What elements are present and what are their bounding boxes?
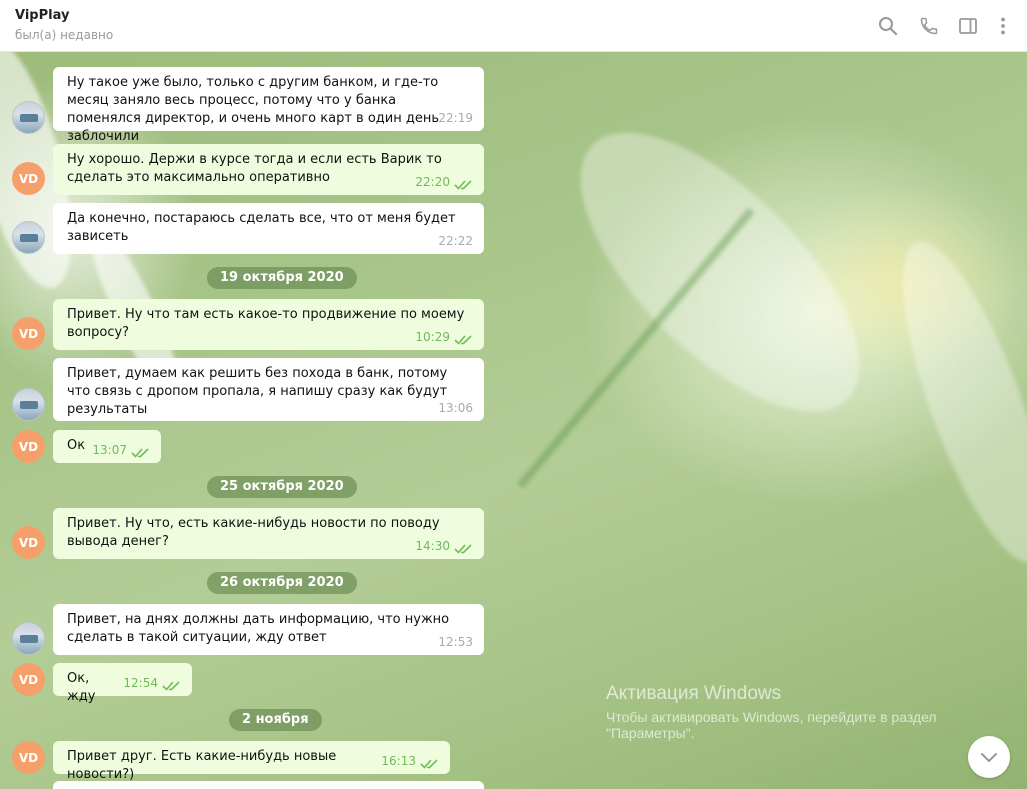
avatar[interactable] bbox=[12, 101, 45, 134]
message-text: Ок bbox=[67, 438, 86, 453]
more-vertical-icon[interactable] bbox=[991, 14, 1015, 38]
chat-history[interactable]: Ну такое уже было, только с другим банко… bbox=[0, 52, 1027, 789]
message-text: Привет. Ну что там есть какое-то продвиж… bbox=[67, 307, 465, 340]
message-bubble[interactable]: Ок, жду 12:54 bbox=[53, 663, 192, 704]
message-bubble[interactable]: Привет. Ну что, есть какие-нибудь новост… bbox=[53, 508, 484, 559]
date-separator: 26 октября 2020 bbox=[207, 572, 357, 594]
message-time: 16:13 bbox=[381, 754, 416, 768]
date-separator: 25 октября 2020 bbox=[207, 476, 357, 498]
message-text: Привет, думаем как решить без похода в б… bbox=[67, 366, 448, 417]
date-separator: 19 октября 2020 bbox=[207, 267, 357, 289]
message-bubble[interactable]: Ну такое уже было, только с другим банко… bbox=[53, 67, 484, 144]
message-bubble[interactable]: Да конечно, постараюсь сделать все, что … bbox=[53, 203, 484, 254]
message-text: Ну хорошо. Держи в курсе тогда и если ес… bbox=[67, 152, 442, 185]
message-time: 12:54 bbox=[123, 676, 158, 690]
chat-header: VipPlay был(а) недавно bbox=[0, 0, 1027, 52]
chat-status: был(а) недавно bbox=[15, 28, 114, 42]
watermark-subtitle: Чтобы активировать Windows, перейдите в … bbox=[606, 709, 937, 741]
avatar[interactable]: VD bbox=[12, 162, 45, 195]
background-petal bbox=[874, 226, 1027, 578]
avatar[interactable]: VD bbox=[12, 526, 45, 559]
chevron-down-icon bbox=[981, 753, 997, 763]
message-text: Ну такое уже было, только с другим банко… bbox=[67, 75, 439, 144]
message-bubble[interactable]: Привет. Ну что там есть какое-то продвиж… bbox=[53, 299, 484, 350]
read-ticks-icon bbox=[131, 448, 149, 458]
message-bubble[interactable]: Привет, думаем как решить без похода в б… bbox=[53, 358, 484, 421]
windows-activation-watermark: Активация Windows Чтобы активировать Win… bbox=[606, 683, 1027, 741]
date-separator: 2 ноября bbox=[229, 709, 322, 731]
read-ticks-icon bbox=[454, 180, 472, 190]
avatar[interactable] bbox=[12, 388, 45, 421]
avatar[interactable] bbox=[12, 221, 45, 254]
message-text: Привет. Ну что, есть какие-нибудь новост… bbox=[67, 516, 440, 549]
message-text: Привет, на днях должны дать информацию, … bbox=[67, 612, 450, 645]
message-time: 22:22 bbox=[438, 234, 473, 248]
message-time: 14:30 bbox=[415, 539, 450, 553]
message-bubble[interactable]: Ну хорошо. Держи в курсе тогда и если ес… bbox=[53, 144, 484, 195]
avatar[interactable]: VD bbox=[12, 663, 45, 696]
message-time: 13:07 bbox=[92, 443, 127, 457]
read-ticks-icon bbox=[420, 759, 438, 769]
message-time: 22:19 bbox=[438, 111, 473, 125]
avatar[interactable]: VD bbox=[12, 317, 45, 350]
message-time: 12:53 bbox=[438, 635, 473, 649]
avatar[interactable]: VD bbox=[12, 741, 45, 774]
message-time: 13:06 bbox=[438, 401, 473, 415]
avatar[interactable] bbox=[12, 622, 45, 655]
avatar[interactable]: VD bbox=[12, 430, 45, 463]
message-bubble[interactable]: Привет, на днях должны дать информацию, … bbox=[53, 604, 484, 655]
phone-icon[interactable] bbox=[917, 14, 941, 38]
message-time: 10:29 bbox=[415, 330, 450, 344]
message-text: Привет друг. Есть какие-нибудь новые нов… bbox=[67, 749, 337, 782]
scroll-down-button[interactable] bbox=[968, 736, 1010, 778]
search-icon[interactable] bbox=[876, 14, 900, 38]
message-text: Ок, жду bbox=[67, 671, 96, 704]
read-ticks-icon bbox=[162, 681, 180, 691]
read-ticks-icon bbox=[454, 544, 472, 554]
message-text: Да конечно, постараюсь сделать все, что … bbox=[67, 211, 456, 244]
sidebar-toggle-icon[interactable] bbox=[956, 14, 980, 38]
message-bubble-partial[interactable] bbox=[53, 781, 484, 789]
message-bubble[interactable]: Привет друг. Есть какие-нибудь новые нов… bbox=[53, 741, 450, 782]
read-ticks-icon bbox=[454, 335, 472, 345]
message-time: 22:20 bbox=[415, 175, 450, 189]
watermark-title: Активация Windows bbox=[606, 683, 782, 704]
chat-title[interactable]: VipPlay bbox=[15, 8, 69, 23]
message-bubble[interactable]: Ок 13:07 bbox=[53, 430, 161, 463]
